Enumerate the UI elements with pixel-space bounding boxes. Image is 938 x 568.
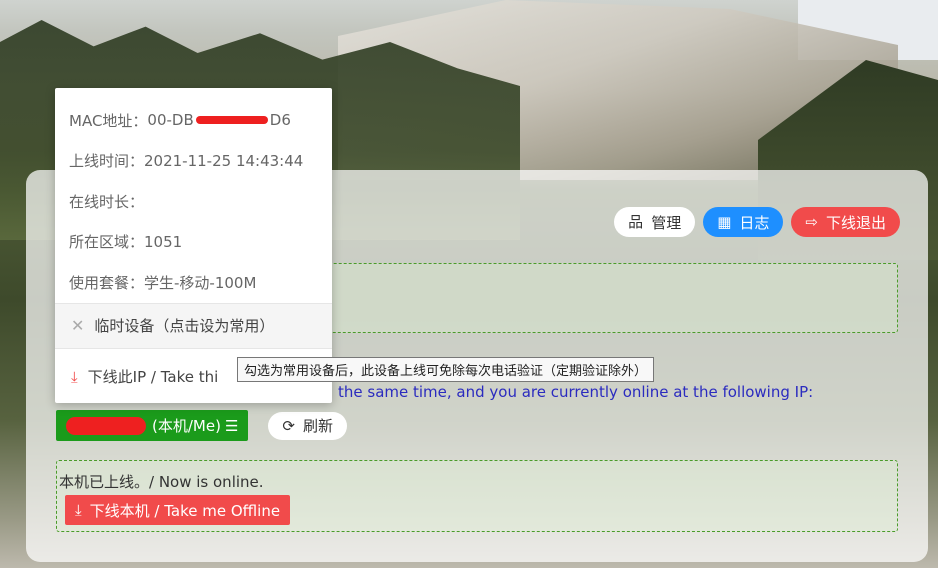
plan: 使用套餐：学生-移动-100M bbox=[69, 273, 257, 292]
take-me-offline-button[interactable]: ⤓ 下线本机 / Take me Offline bbox=[65, 495, 291, 525]
manage-label: 管理 bbox=[651, 213, 682, 232]
device-info-popover: MAC地址： 00-DB D6 上线时间：2021-11-25 14:43:44… bbox=[55, 88, 332, 403]
mac-label: MAC地址： bbox=[69, 111, 148, 130]
temporary-device-toggle[interactable]: ✕ 临时设备（点击设为常用） bbox=[55, 303, 332, 348]
online-time: 上线时间：2021-11-25 14:43:44 bbox=[69, 152, 304, 171]
calendar-icon: ▦ bbox=[717, 212, 732, 231]
online-duration: 在线时长： bbox=[69, 192, 145, 211]
ip-suffix: (本机/Me) bbox=[152, 417, 221, 435]
refresh-label: 刷新 bbox=[302, 417, 333, 435]
current-ip-button[interactable]: (本机/Me) ☰ bbox=[56, 410, 249, 441]
top-actions: 品 管理 ▦ 日志 ⇨ 下线退出 bbox=[614, 207, 900, 237]
ip-row: (本机/Me) ☰ ⟳ 刷新 bbox=[56, 410, 347, 441]
temporary-device-label: 临时设备（点击设为常用） bbox=[94, 317, 275, 335]
redacted-mac bbox=[195, 116, 268, 125]
close-icon: ✕ bbox=[71, 316, 85, 335]
mac-prefix: 00-DB bbox=[147, 111, 194, 130]
log-button[interactable]: ▦ 日志 bbox=[703, 207, 784, 237]
logout-button[interactable]: ⇨ 下线退出 bbox=[791, 207, 900, 237]
area: 所在区域：1051 bbox=[69, 233, 183, 252]
log-label: 日志 bbox=[739, 213, 770, 232]
offline-this-ip-label: 下线此IP / Take thi bbox=[87, 368, 219, 386]
refresh-icon: ⟳ bbox=[282, 416, 295, 435]
take-me-offline-label: 下线本机 / Take me Offline bbox=[89, 501, 281, 520]
download-icon: ⤓ bbox=[71, 367, 78, 386]
logout-icon: ⇨ bbox=[805, 212, 818, 231]
menu-icon: ☰ bbox=[224, 416, 239, 435]
divider bbox=[55, 347, 332, 349]
download-icon: ⤓ bbox=[75, 501, 82, 519]
tooltip: 勾选为常用设备后，此设备上线可免除每次电话验证（定期验证除外） bbox=[237, 357, 655, 382]
online-ip-info-text: the same time, and you are currently onl… bbox=[338, 383, 814, 401]
online-status-text: 本机已上线。/ Now is online. bbox=[59, 473, 264, 491]
status-box: 本机已上线。/ Now is online. ⤓ 下线本机 / Take me … bbox=[56, 460, 898, 532]
mac-address: MAC地址： 00-DB D6 bbox=[69, 100, 318, 141]
mac-suffix: D6 bbox=[269, 111, 291, 130]
redacted-ip bbox=[66, 416, 146, 435]
device-info-list: MAC地址： 00-DB D6 上线时间：2021-11-25 14:43:44… bbox=[55, 88, 332, 303]
refresh-button[interactable]: ⟳ 刷新 bbox=[268, 411, 347, 440]
manage-button[interactable]: 品 管理 bbox=[614, 207, 696, 237]
sitemap-icon: 品 bbox=[628, 212, 644, 231]
logout-label: 下线退出 bbox=[825, 213, 886, 232]
